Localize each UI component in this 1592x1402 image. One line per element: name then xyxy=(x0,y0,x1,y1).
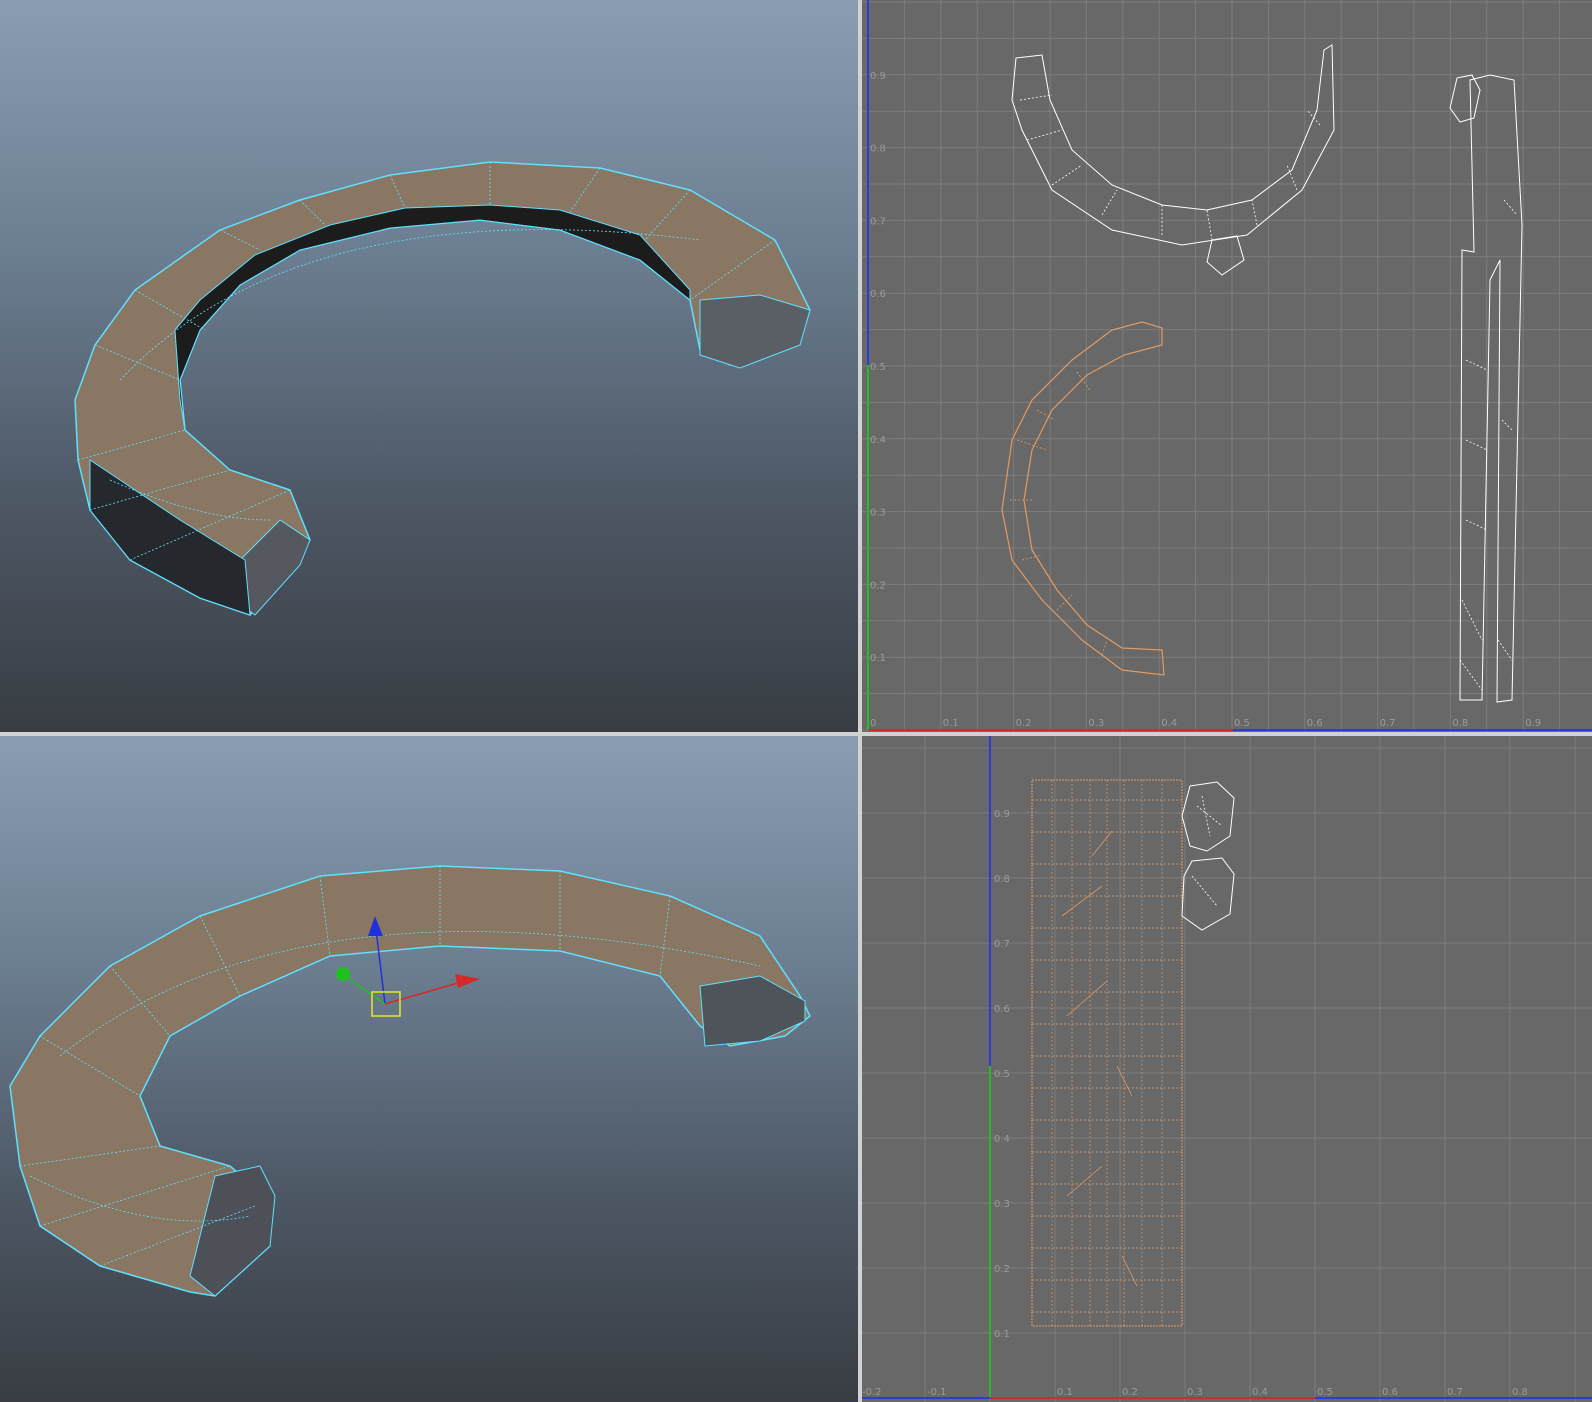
uv-editor-top[interactable]: 0 0.1 0.2 0.3 0.4 0.5 0.6 0.7 0.8 0.9 0.9 0.8 0.7 0.6… xyxy=(862,0,1592,732)
v-tick-label: 0.4 xyxy=(870,435,886,446)
u-tick-label: 0.7 xyxy=(1447,1387,1463,1398)
v-tick-label: 0.6 xyxy=(994,1004,1010,1015)
u-tick-label: 0.2 xyxy=(1016,718,1032,729)
uv-shell-cap-small[interactable] xyxy=(1206,235,1245,276)
u-tick-label: 0.1 xyxy=(943,718,959,729)
v-tick-label: 0.1 xyxy=(870,653,886,664)
v-tick-label: 0.5 xyxy=(994,1069,1010,1080)
u-tick-label: 0.7 xyxy=(1380,718,1396,729)
mesh-outer-surface-2 xyxy=(9,865,811,1297)
u-tick-label: 0 xyxy=(870,718,876,729)
u-tick-label: 0.2 xyxy=(1122,1387,1138,1398)
u-tick-label: 0.4 xyxy=(1161,718,1177,729)
u-tick-label: 0.4 xyxy=(1252,1387,1268,1398)
uv-shell-cap-b[interactable] xyxy=(1181,857,1235,931)
perspective-viewport-bottom[interactable] xyxy=(0,736,858,1402)
uv-shell-cap-a[interactable] xyxy=(1181,781,1235,852)
v-tick-label: 0.2 xyxy=(870,580,886,591)
u-tick-label: 0.3 xyxy=(1088,718,1104,729)
uv-shell-strip[interactable] xyxy=(1459,74,1523,703)
v-tick-label: 0.1 xyxy=(994,1329,1010,1340)
perspective-viewport-top[interactable] xyxy=(0,0,858,732)
u-tick-label: 0.9 xyxy=(1525,718,1541,729)
uv-editor-bottom[interactable]: -0.2 -0.1 0.1 0.2 0.3 0.4 0.5 0.6 0.7 0.8 0.9 0.8 0.… xyxy=(862,736,1592,1402)
u-tick-label: 0.6 xyxy=(1382,1387,1398,1398)
v-tick-label: 0.4 xyxy=(994,1134,1010,1145)
uv-shell-cap-corner[interactable] xyxy=(1449,74,1481,123)
v-tick-label: 0.6 xyxy=(870,289,886,300)
uv-grid-bottom: -0.2 -0.1 0.1 0.2 0.3 0.4 0.5 0.6 0.7 0.8 0.9 0.8 0.… xyxy=(862,736,1592,1402)
horseshoe-mesh-top xyxy=(74,161,811,616)
v-tick-label: 0.5 xyxy=(870,362,886,373)
u-tick-label: 0.6 xyxy=(1307,718,1323,729)
v-tick-label: 0.3 xyxy=(870,508,886,519)
v-tick-label: 0.2 xyxy=(994,1264,1010,1275)
u-tick-label: 0.5 xyxy=(1317,1387,1333,1398)
v-tick-label: 0.8 xyxy=(870,144,886,155)
u-tick-label: 0.1 xyxy=(1057,1387,1073,1398)
uv-shell-c-selected[interactable] xyxy=(1001,321,1165,676)
v-tick-label: 0.8 xyxy=(994,874,1010,885)
v-tick-label: 0.9 xyxy=(870,71,886,82)
horseshoe-mesh-bottom xyxy=(9,865,811,1297)
u-tick-label: 0.3 xyxy=(1187,1387,1203,1398)
uv-grid-top: 0 0.1 0.2 0.3 0.4 0.5 0.6 0.7 0.8 0.9 0.9 0.8 0.7 0.6… xyxy=(862,0,1592,732)
u-tick-label: -0.2 xyxy=(862,1387,882,1398)
v-tick-label: 0.7 xyxy=(994,939,1010,950)
mesh-endcap-right xyxy=(699,294,811,369)
u-tick-label: 0.8 xyxy=(1452,718,1468,729)
v-tick-label: 0.9 xyxy=(994,809,1010,820)
v-tick-label: 0.7 xyxy=(870,216,886,227)
u-tick-label: 0.8 xyxy=(1512,1387,1528,1398)
u-tick-label: 0.5 xyxy=(1234,718,1250,729)
v-tick-label: 0.3 xyxy=(994,1199,1010,1210)
u-tick-label: -0.1 xyxy=(927,1387,947,1398)
